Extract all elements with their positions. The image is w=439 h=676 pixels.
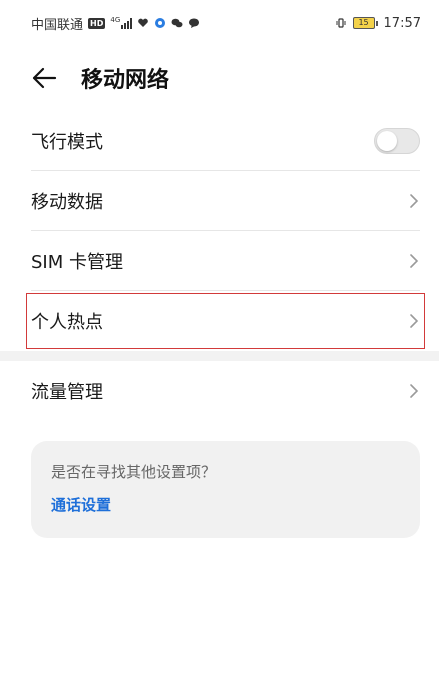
vibrate-icon bbox=[336, 18, 346, 28]
back-button[interactable] bbox=[30, 64, 58, 92]
settings-list: 飞行模式 移动数据 SIM 卡管理 个人热点 bbox=[0, 111, 439, 351]
status-bar: 中国联通 HD 4G 15 17:57 bbox=[0, 0, 439, 46]
personal-hotspot-label: 个人热点 bbox=[31, 312, 103, 333]
suggestion-question: 是否在寻找其他设置项？ bbox=[51, 463, 217, 481]
chevron-right-icon bbox=[408, 383, 420, 399]
personal-hotspot-row[interactable]: 个人热点 bbox=[0, 291, 439, 351]
suggestion-card: 是否在寻找其他设置项？ 通话设置 bbox=[31, 441, 420, 538]
heart-icon bbox=[138, 18, 149, 27]
chevron-right-icon bbox=[408, 193, 420, 209]
browser-icon bbox=[155, 18, 166, 28]
header: 移动网络 bbox=[0, 52, 439, 104]
toggle-knob bbox=[377, 131, 397, 151]
battery-icon: 15 bbox=[352, 17, 378, 29]
wechat-icon bbox=[171, 18, 183, 28]
network-type: 4G bbox=[110, 16, 121, 24]
airplane-mode-label: 飞行模式 bbox=[31, 132, 103, 153]
page-title: 移动网络 bbox=[81, 68, 170, 93]
mobile-data-label: 移动数据 bbox=[31, 192, 103, 213]
airplane-mode-row[interactable]: 飞行模式 bbox=[0, 111, 439, 171]
chevron-right-icon bbox=[408, 313, 420, 329]
clock: 17:57 bbox=[383, 15, 421, 31]
carrier-name: 中国联通 bbox=[31, 17, 84, 33]
hd-badge: HD bbox=[88, 17, 106, 29]
arrow-left-icon bbox=[32, 67, 57, 89]
data-usage-row[interactable]: 流量管理 bbox=[0, 361, 439, 421]
section-divider bbox=[0, 351, 439, 361]
settings-list-secondary: 流量管理 bbox=[0, 361, 439, 421]
sim-management-row[interactable]: SIM 卡管理 bbox=[0, 231, 439, 291]
call-settings-link[interactable]: 通话设置 bbox=[51, 494, 111, 515]
data-usage-label: 流量管理 bbox=[31, 382, 103, 403]
signal-icon: 4G bbox=[110, 16, 133, 29]
status-left: 中国联通 HD 4G bbox=[31, 14, 200, 33]
mobile-data-row[interactable]: 移动数据 bbox=[0, 171, 439, 231]
airplane-mode-toggle[interactable] bbox=[374, 128, 420, 154]
chevron-right-icon bbox=[408, 253, 420, 269]
message-icon bbox=[189, 18, 200, 28]
sim-management-label: SIM 卡管理 bbox=[31, 252, 123, 273]
battery-level: 15 bbox=[352, 17, 375, 29]
status-right: 15 17:57 bbox=[335, 16, 421, 31]
